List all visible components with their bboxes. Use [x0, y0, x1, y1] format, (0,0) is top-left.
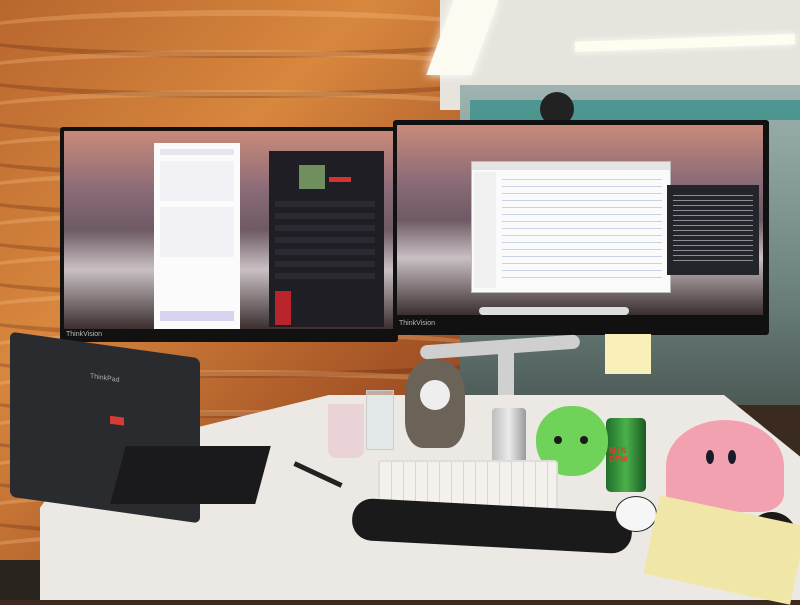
- kirby-cap: [666, 420, 784, 512]
- dock: [479, 307, 629, 315]
- left-monitor: ThinkVision: [60, 127, 398, 342]
- right-monitor-brand: ThinkVision: [399, 320, 436, 327]
- laptop-sticker: [110, 415, 124, 426]
- messaging-window: [154, 143, 240, 329]
- can-label: MTN DEW: [609, 446, 628, 464]
- monitor-stand-pole: [498, 340, 514, 400]
- mini-pc: [110, 446, 271, 504]
- plush-penguin: [405, 360, 465, 448]
- left-monitor-brand: ThinkVision: [66, 331, 103, 338]
- code-editor-window: [471, 161, 671, 293]
- mountain-dew-can: MTN DEW: [606, 418, 646, 492]
- right-monitor: ThinkVision: [393, 120, 769, 335]
- left-screen: [64, 131, 394, 329]
- laptop-brand: ThinkPad: [90, 372, 120, 385]
- mug: [328, 404, 364, 458]
- mouse: [615, 496, 657, 532]
- terminal-window: [667, 185, 759, 275]
- music-app-window: [269, 151, 384, 327]
- cat-sticker-icon: [605, 334, 651, 374]
- office-window-strip: [470, 100, 800, 120]
- soda-can: [492, 408, 526, 466]
- glass-bottle: [366, 390, 394, 450]
- right-screen: [397, 125, 763, 315]
